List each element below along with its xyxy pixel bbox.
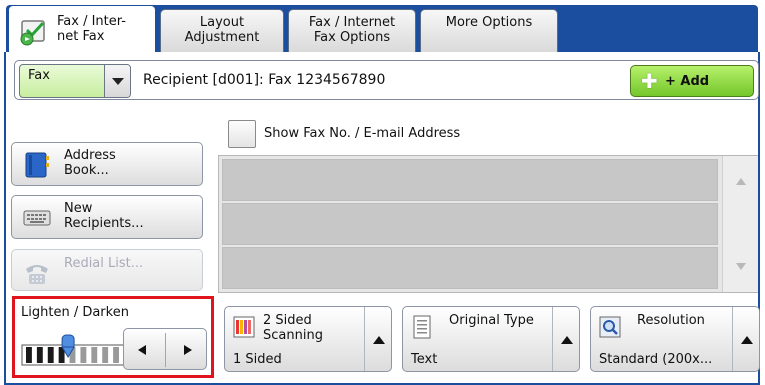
density-level-bar bbox=[36, 347, 43, 363]
address-book-icon bbox=[25, 152, 49, 178]
lighten-darken-title: Lighten / Darken bbox=[21, 305, 129, 320]
lighten-darken-control: Lighten / Darken bbox=[12, 296, 214, 378]
recipient-bar: Fax Recipient [d001]: Fax 1234567890 ✚ +… bbox=[14, 60, 759, 100]
chevron-up-icon bbox=[373, 336, 385, 344]
tab-fax-internet-fax-options[interactable]: Fax / Internet Fax Options bbox=[288, 9, 416, 53]
density-level-bar bbox=[91, 347, 98, 363]
tab-fax-internet-fax[interactable]: Fax / Inter- net Fax bbox=[8, 5, 156, 55]
two-sided-title-line2: Scanning bbox=[263, 328, 323, 343]
plus-icon: ✚ bbox=[641, 69, 658, 93]
resolution-main[interactable]: Resolution Standard (200x... bbox=[591, 307, 733, 371]
show-fax-number-checkbox[interactable] bbox=[228, 120, 256, 148]
list-item[interactable] bbox=[222, 203, 718, 245]
density-meter bbox=[21, 334, 125, 366]
tab-label-line1: More Options bbox=[445, 15, 533, 30]
address-book-label-line1: Address bbox=[64, 148, 116, 163]
original-type-main[interactable]: Original Type Text bbox=[403, 307, 553, 371]
recipient-list bbox=[218, 155, 758, 293]
tab-bar: Fax / Inter- net Fax Layout Adjustment F… bbox=[6, 5, 758, 55]
new-recipients-button[interactable]: New Recipients... bbox=[11, 195, 203, 239]
density-level-bar bbox=[47, 347, 54, 363]
scroll-down-icon[interactable] bbox=[736, 263, 746, 270]
tab-label-line1: Layout bbox=[199, 15, 245, 30]
darker-arrow-button[interactable] bbox=[184, 345, 192, 355]
original-type-value: Text bbox=[411, 352, 438, 367]
arrow-divider bbox=[165, 333, 166, 367]
fax-tab-icon bbox=[20, 20, 45, 46]
fax-screen: Fax / Inter- net Fax Layout Adjustment F… bbox=[0, 0, 765, 385]
address-book-label-line2: Book... bbox=[64, 163, 109, 178]
tab-more-options[interactable]: More Options bbox=[420, 9, 558, 53]
tab-label-line2: net Fax bbox=[57, 29, 105, 44]
original-type-expand-button[interactable] bbox=[553, 307, 581, 371]
telephone-icon bbox=[26, 265, 48, 284]
add-button[interactable]: ✚ + Add bbox=[630, 65, 754, 97]
resolution-button[interactable]: Resolution Standard (200x... bbox=[590, 306, 760, 372]
redial-list-button[interactable]: Redial List... bbox=[11, 249, 203, 291]
lighter-arrow-button[interactable] bbox=[138, 345, 146, 355]
list-scrollbar bbox=[722, 156, 758, 292]
keyboard-icon bbox=[23, 210, 51, 226]
tab-label-line2: Fax Options bbox=[313, 30, 391, 45]
address-type-value: Fax bbox=[28, 68, 50, 83]
two-sided-title-line1: 2 Sided bbox=[263, 313, 312, 328]
main-panel: Fax Recipient [d001]: Fax 1234567890 ✚ +… bbox=[4, 52, 760, 385]
redial-list-label: Redial List... bbox=[64, 256, 144, 271]
recipient-entry[interactable]: Recipient [d001]: Fax 1234567890 bbox=[143, 72, 385, 88]
add-button-label: + Add bbox=[665, 74, 710, 89]
density-arrow-buttons bbox=[123, 328, 207, 370]
tab-label-line2: Adjustment bbox=[184, 30, 260, 45]
address-type-select[interactable]: Fax bbox=[19, 64, 131, 98]
density-level-bar bbox=[80, 347, 87, 363]
two-sided-icon bbox=[233, 316, 255, 338]
list-item[interactable] bbox=[222, 159, 718, 201]
two-sided-value: 1 Sided bbox=[233, 352, 282, 367]
magnifier-icon bbox=[599, 316, 621, 338]
chevron-up-icon bbox=[561, 336, 573, 344]
new-recipients-label-line2: Recipients... bbox=[64, 216, 144, 231]
two-sided-scanning-button[interactable]: 2 Sided Scanning 1 Sided bbox=[224, 306, 392, 372]
show-fax-number-label: Show Fax No. / E-mail Address bbox=[264, 126, 461, 141]
two-sided-expand-button[interactable] bbox=[365, 307, 393, 371]
original-type-button[interactable]: Original Type Text bbox=[402, 306, 580, 372]
density-level-bar bbox=[26, 347, 32, 363]
density-level-bar bbox=[113, 347, 119, 363]
density-level-bar bbox=[102, 347, 109, 363]
chevron-down-icon bbox=[112, 78, 124, 85]
original-type-title: Original Type bbox=[449, 313, 534, 328]
list-item[interactable] bbox=[222, 247, 718, 289]
resolution-title: Resolution bbox=[637, 313, 705, 328]
address-book-button[interactable]: Address Book... bbox=[11, 142, 203, 186]
tab-layout-adjustment[interactable]: Layout Adjustment bbox=[160, 9, 284, 53]
resolution-expand-button[interactable] bbox=[733, 307, 761, 371]
document-text-icon bbox=[413, 315, 431, 339]
tab-label-line1: Fax / Internet bbox=[308, 15, 396, 30]
new-recipients-label-line1: New bbox=[64, 201, 93, 216]
address-type-dropdown-button[interactable] bbox=[104, 65, 130, 97]
two-sided-scanning-main[interactable]: 2 Sided Scanning 1 Sided bbox=[225, 307, 365, 371]
tab-label-line1: Fax / Inter- bbox=[57, 14, 126, 29]
scroll-up-icon[interactable] bbox=[736, 178, 746, 185]
chevron-up-icon bbox=[741, 336, 753, 344]
resolution-value: Standard (200x... bbox=[599, 352, 713, 367]
